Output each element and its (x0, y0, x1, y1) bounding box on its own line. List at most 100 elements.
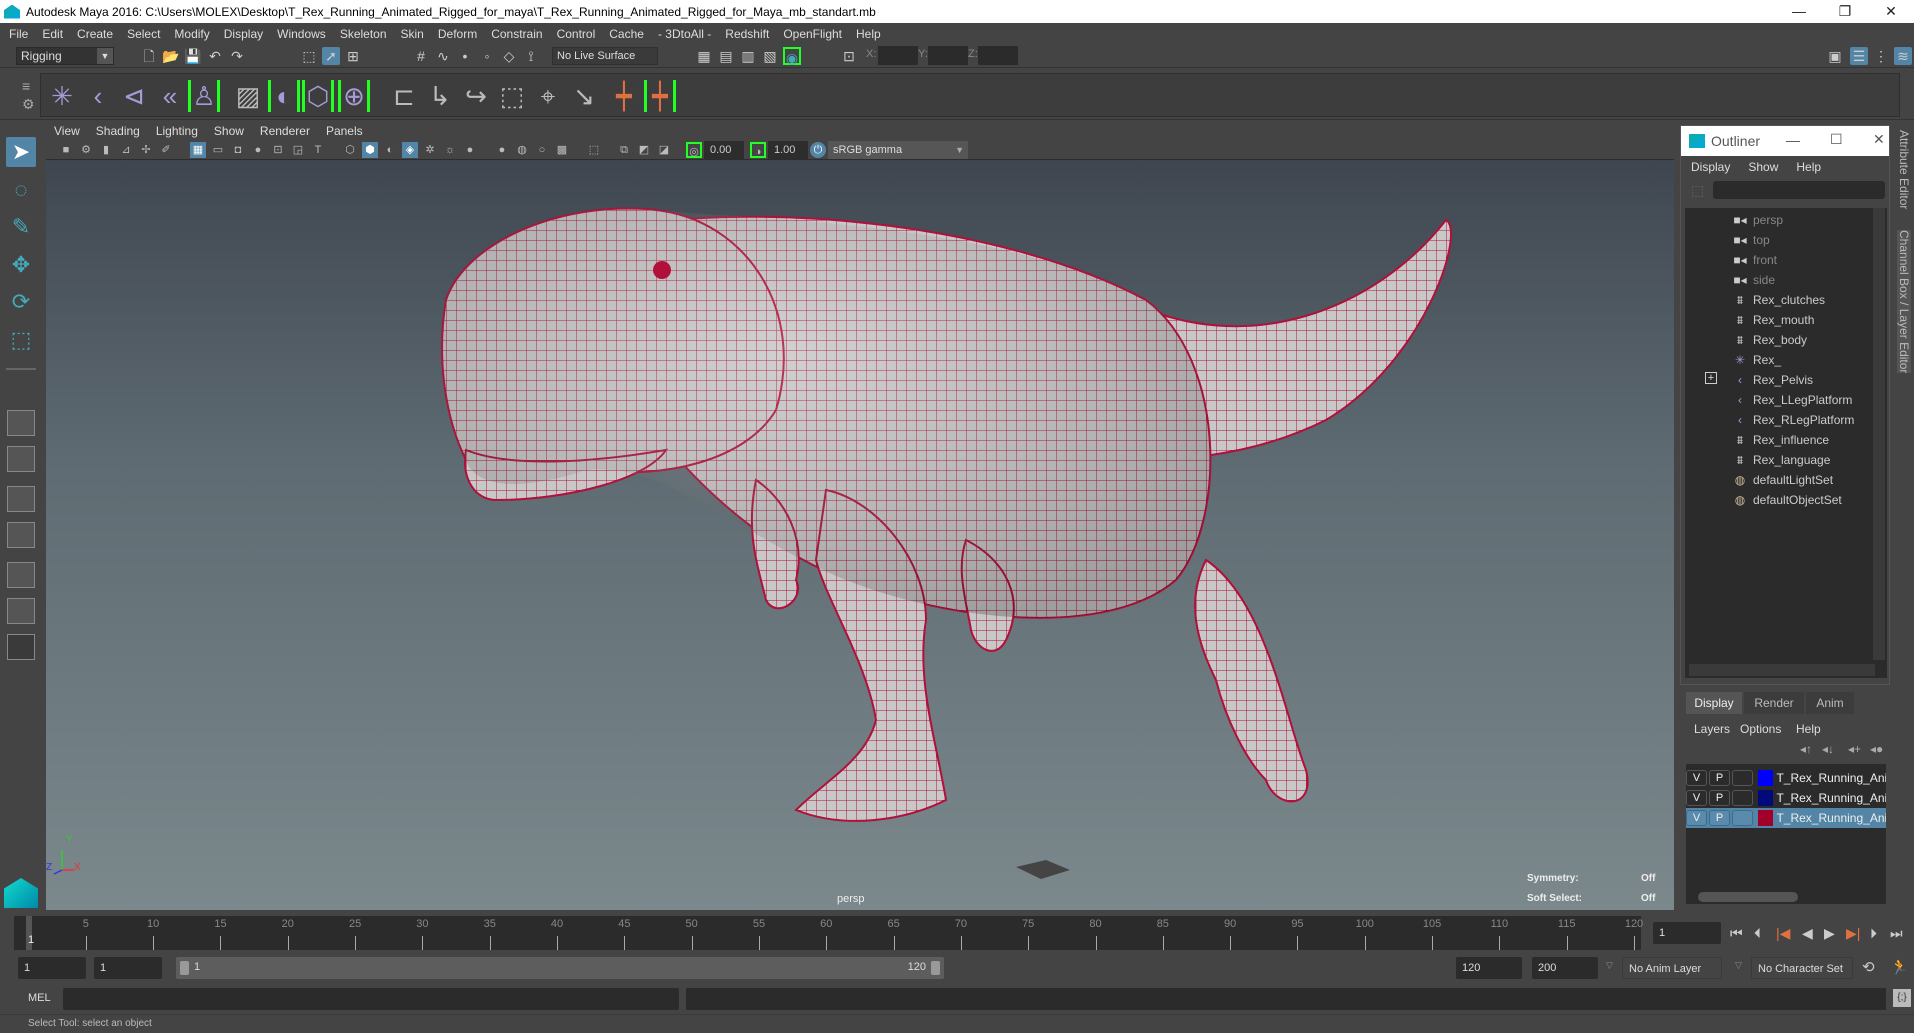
view-transform-dropdown[interactable]: sRGB gamma ▼ (828, 141, 968, 159)
new-scene-icon[interactable]: 🗋 (140, 47, 158, 65)
outliner-maximize-button[interactable]: ☐ (1830, 131, 1843, 148)
range-start-handle[interactable] (180, 961, 189, 975)
x-input[interactable] (878, 46, 918, 65)
outliner-item[interactable]: ■◂ persp (1731, 210, 1783, 230)
layer-playback-toggle[interactable]: P (1709, 790, 1731, 806)
two-d-pan-zoom-icon[interactable]: ✢ (138, 142, 154, 158)
expand-icon[interactable]: + (1705, 372, 1717, 384)
redo-icon[interactable]: ↷ (228, 47, 246, 65)
layer-menu-options[interactable]: Options (1740, 722, 1781, 736)
layer-display-type-toggle[interactable] (1732, 770, 1754, 786)
select-hierarchy-icon[interactable]: ⬚ (300, 47, 318, 65)
snap-grid-icon[interactable]: # (412, 47, 430, 65)
save-scene-icon[interactable]: 💾 (184, 47, 202, 65)
aim-constraint-icon[interactable]: ⌖ (532, 80, 564, 112)
grid-toggle-icon[interactable]: ▦ (190, 142, 206, 158)
single-perspective-layout-icon[interactable] (7, 410, 35, 436)
panel-menu-shading[interactable]: Shading (96, 124, 140, 138)
move-tool-icon[interactable]: ✥ (6, 250, 36, 280)
layer-menu-layers[interactable]: Layers (1694, 722, 1730, 736)
outliner-item[interactable]: ■◂ top (1731, 230, 1769, 250)
outliner-vertical-scrollbar[interactable] (1873, 208, 1885, 660)
smooth-shade-icon[interactable]: ⬢ (362, 142, 378, 158)
live-surface-field[interactable]: No Live Surface (552, 47, 658, 65)
anti-aliasing-icon[interactable]: ○ (534, 142, 550, 158)
outliner-menu-display[interactable]: Display (1691, 160, 1730, 174)
playback-start-field[interactable]: 1 (94, 957, 162, 979)
outliner-item[interactable]: ‹ Rex_RLegPlatform (1731, 410, 1854, 430)
layer-playback-toggle[interactable]: P (1709, 770, 1731, 786)
outliner-item[interactable]: ⩩ Rex_language (1731, 450, 1831, 470)
animation-start-field[interactable]: 1 (18, 957, 86, 979)
layer-display-type-toggle[interactable] (1732, 810, 1754, 826)
outliner-item[interactable]: ⩩ Rex_mouth (1731, 310, 1815, 330)
layer-color-swatch[interactable] (1758, 770, 1774, 786)
menu-cache[interactable]: Cache (609, 27, 644, 41)
move-layer-down-icon[interactable]: ◂↓ (1822, 742, 1834, 756)
menu-skeleton[interactable]: Skeleton (340, 27, 387, 41)
perspective-viewport[interactable]: Y X Z persp Symmetry: Off Soft Select: O… (46, 160, 1674, 910)
create-joints-icon[interactable]: ✳ (46, 80, 78, 112)
select-tool-icon[interactable]: ➤ (6, 137, 36, 167)
cluster-icon[interactable]: ⊕ (338, 80, 370, 112)
outliner-item[interactable]: ⩩ Rex_clutches (1731, 290, 1825, 310)
outliner-horizontal-scrollbar[interactable] (1689, 664, 1875, 676)
channel-box-tab[interactable]: Channel Box / Layer Editor (1897, 230, 1911, 374)
range-end-handle[interactable] (931, 961, 940, 975)
exposure-icon[interactable]: ◎ (686, 142, 702, 158)
persp-outliner-layout-icon[interactable] (7, 486, 35, 512)
character-set-chevron-icon[interactable]: ▽ (1735, 960, 1742, 971)
command-language-label[interactable]: MEL (28, 992, 51, 1004)
set-driven-key-icon[interactable]: ┿ (644, 80, 676, 112)
gamma-field[interactable]: 1.00 (768, 141, 808, 159)
blend-shape-icon[interactable]: ◐ (268, 80, 300, 112)
scale-tool-icon[interactable]: ⬚ (6, 325, 36, 355)
quick-rig-icon[interactable]: ♙ (188, 80, 220, 112)
ambient-occlusion-icon[interactable]: ● (494, 142, 510, 158)
paint-weights-icon[interactable]: ▨ (232, 80, 264, 112)
layer-menu-help[interactable]: Help (1796, 722, 1821, 736)
time-slider[interactable]: 1 5 10 15 20 25 30 35 40 45 50 55 60 65 70 75 80 85 90 95 1… (0, 912, 1914, 952)
render-view-icon[interactable]: ▦ (695, 47, 713, 65)
wireframe-icon[interactable]: ⬡ (342, 142, 358, 158)
panel-menu-show[interactable]: Show (214, 124, 244, 138)
grease-pencil-icon[interactable]: ✐ (158, 142, 174, 158)
use-default-material-icon[interactable]: ◐ (382, 142, 398, 158)
select-component-icon[interactable]: ⊞ (344, 47, 362, 65)
layer-display-type-toggle[interactable] (1732, 790, 1754, 806)
menu-deform[interactable]: Deform (438, 27, 477, 41)
attribute-editor-tab[interactable]: Attribute Editor (1897, 130, 1911, 209)
gamma-icon[interactable]: ◑ (750, 142, 766, 158)
color-management-toggle-icon[interactable]: ⏻ (810, 142, 826, 158)
paint-select-tool-icon[interactable]: ✎ (6, 212, 36, 242)
outliner-item[interactable]: ◍ defaultLightSet (1731, 470, 1833, 490)
restore-button[interactable]: ❐ (1822, 0, 1868, 23)
menu-3dtoall[interactable]: - 3DtoAll - (658, 27, 711, 41)
close-button[interactable]: ✕ (1868, 0, 1914, 23)
playback-end-field[interactable]: 120 (1456, 957, 1522, 979)
step-back-key-icon[interactable]: |◀ (1776, 925, 1790, 942)
layer-tab-render[interactable]: Render (1744, 692, 1804, 714)
attribute-editor-toggle-icon[interactable]: ☰ (1850, 47, 1868, 65)
character-set-dropdown[interactable]: No Character Set (1751, 957, 1853, 979)
modeling-toolkit-icon[interactable]: ▣ (1826, 47, 1844, 65)
orient-constraint-icon[interactable]: ↪ (460, 80, 492, 112)
menu-file[interactable]: File (9, 27, 28, 41)
menu-edit[interactable]: Edit (42, 27, 63, 41)
snap-view-plane-icon[interactable]: ◦ (478, 47, 496, 65)
step-forward-key-icon[interactable]: ▶| (1846, 925, 1860, 942)
outliner-menu-help[interactable]: Help (1796, 160, 1821, 174)
hypershade-layout-icon[interactable] (7, 562, 35, 588)
panel-menu-lighting[interactable]: Lighting (156, 124, 198, 138)
new-layer-from-selected-icon[interactable]: ◂● (1870, 742, 1883, 756)
layer-visibility-toggle[interactable]: V (1686, 810, 1708, 826)
trex-model[interactable] (46, 160, 1674, 910)
exposure-field[interactable]: 0.00 (704, 141, 744, 159)
snap-live-icon[interactable]: ⟟ (522, 47, 540, 65)
bind-skin-icon[interactable]: « (154, 80, 186, 112)
anim-layer-chevron-icon[interactable]: ▽ (1606, 960, 1613, 971)
menu-modify[interactable]: Modify (174, 27, 209, 41)
snap-curve-icon[interactable]: ∿ (434, 47, 452, 65)
select-object-icon[interactable]: ➚ (322, 47, 340, 65)
hypershade-icon[interactable]: ◉ (783, 47, 801, 66)
